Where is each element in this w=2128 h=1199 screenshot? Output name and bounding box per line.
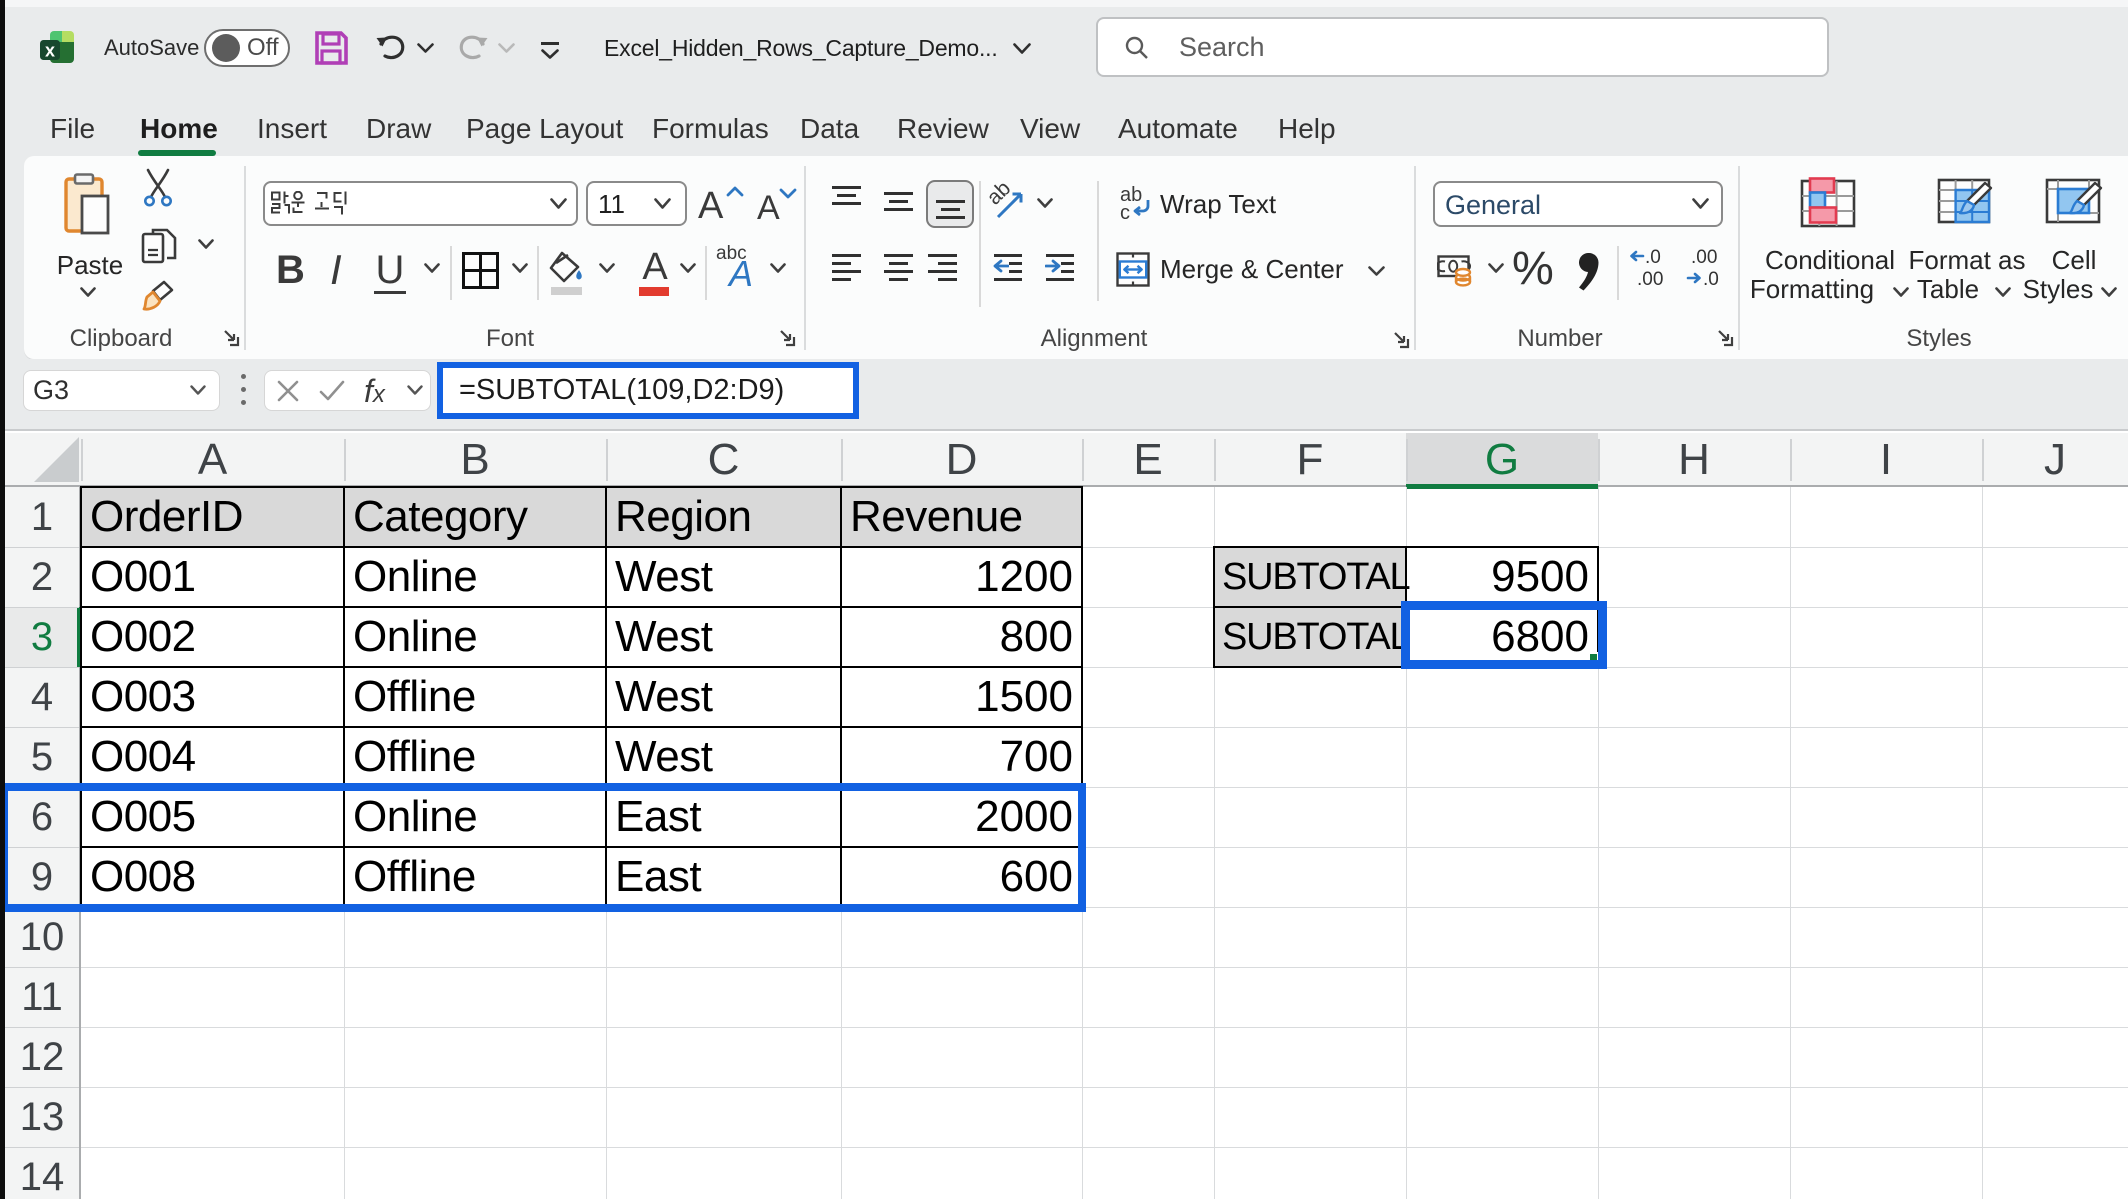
svg-text:.0: .0 [1645, 249, 1661, 268]
svg-text:.00: .00 [1637, 269, 1663, 289]
svg-text:c: c [1120, 202, 1130, 222]
svg-text:.00: .00 [1691, 249, 1717, 268]
svg-text:x: x [45, 41, 55, 61]
